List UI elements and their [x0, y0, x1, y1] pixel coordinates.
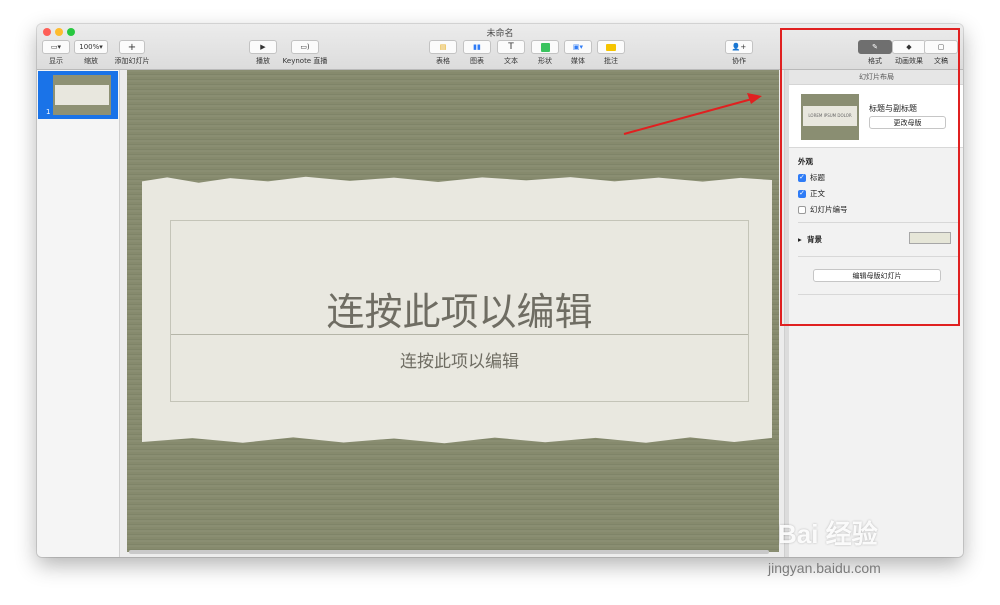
baidu-watermark-url: jingyan.baidu.com	[768, 560, 881, 576]
baidu-watermark-logo: Bai 经验	[778, 519, 878, 549]
